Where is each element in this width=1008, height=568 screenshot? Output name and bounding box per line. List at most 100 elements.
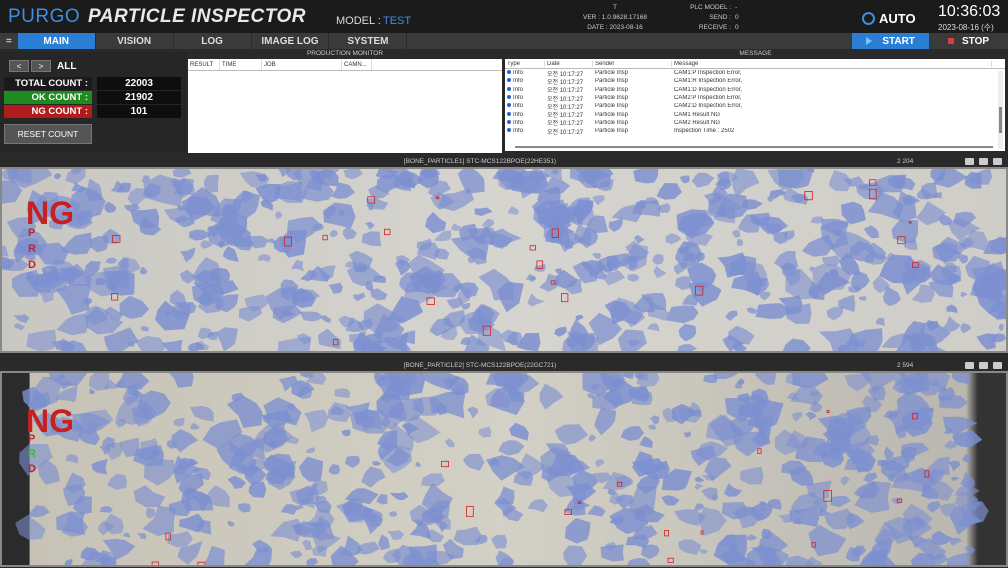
message-text: CAM1:R Inspection Error, (674, 78, 743, 85)
total-count-label: TOTAL COUNT : (4, 77, 92, 90)
message-date: 오전 10:17:27 (547, 129, 584, 136)
message-sender: Particle Insp (595, 95, 629, 102)
info-icon (507, 103, 511, 108)
message-sender: Particle Insp (595, 103, 629, 110)
message-type-label: Info (513, 86, 524, 93)
tab-log[interactable]: LOG (174, 33, 252, 49)
menu-icon[interactable]: = (0, 33, 18, 49)
message-type: Info (505, 70, 545, 76)
camera-panel-2: [BONE_PARTICLE2] STC-MCS122BPOE(22GC721)… (0, 360, 1008, 567)
col-camn[interactable]: CAMN... (342, 59, 372, 70)
message-type-label: Info (513, 111, 524, 118)
tab-system[interactable]: SYSTEM (329, 33, 408, 49)
message-type: Info (505, 78, 545, 84)
particle-blob (633, 169, 659, 184)
col-message[interactable]: Message (672, 60, 992, 67)
camera-icon[interactable] (979, 362, 988, 369)
info-icon (507, 78, 511, 83)
ok-count-value: 21902 (97, 91, 181, 104)
message-type-label: Info (513, 128, 524, 135)
total-count-row: TOTAL COUNT : 22003 (4, 77, 181, 90)
message-type-label: Info (513, 119, 524, 126)
camera-icon[interactable] (979, 158, 988, 165)
camera-1-flag-d: D (28, 259, 36, 271)
plc-model-label: PLC MODEL : (690, 4, 731, 11)
message-sender: Particle Insp (595, 70, 629, 77)
message-sender: Particle Insp (595, 128, 629, 135)
production-table[interactable]: RESULT TIME JOB CAMN... (188, 59, 502, 153)
nav-bar: = MAIN VISION LOG IMAGE LOG SYSTEM START… (0, 33, 1008, 49)
message-scrollbar[interactable] (998, 71, 1003, 149)
app-window: PURGO PARTICLE INSPECTOR MODEL : TEST T … (0, 0, 1008, 568)
auto-mode-icon (862, 12, 875, 25)
camera-1-image (2, 169, 1006, 351)
plc-model-value: - (735, 4, 738, 11)
send-label: SEND : (709, 14, 731, 21)
camera-2-image (2, 373, 1006, 565)
camera-1-bar: [BONE_PARTICLE1] STC-MCS122BPOE(22HE351)… (0, 156, 1008, 167)
app-title: PARTICLE INSPECTOR (88, 6, 307, 27)
reset-count-button[interactable]: RESET COUNT (4, 124, 92, 144)
stop-label: STOP (962, 35, 990, 47)
video-icon[interactable] (965, 158, 974, 165)
stop-button[interactable]: STOP (929, 33, 1008, 49)
message-text: Inspection Time : 2502 (674, 128, 735, 135)
chevron-left-icon: < (16, 61, 22, 71)
camera-panel-1: [BONE_PARTICLE1] STC-MCS122BPOE(22HE351)… (0, 156, 1008, 353)
camera-1-stat: 2 204 (897, 158, 914, 165)
camera-1-tools (965, 158, 1002, 165)
header-bar: PURGO PARTICLE INSPECTOR MODEL : TEST T … (0, 0, 1008, 33)
total-count-value: 22003 (97, 77, 181, 90)
col-sender[interactable]: Sender (593, 60, 672, 67)
tab-image-log[interactable]: IMAGE LOG (252, 33, 330, 49)
model-label: MODEL : (336, 15, 381, 27)
col-job[interactable]: JOB (262, 59, 342, 70)
message-table-header: Type Date Sender Message (505, 59, 1005, 69)
filter-label: ALL (57, 61, 77, 72)
scroll-thumb[interactable] (999, 107, 1002, 133)
col-date[interactable]: Date (545, 60, 593, 67)
video-icon[interactable] (965, 362, 974, 369)
tab-main[interactable]: MAIN (17, 33, 96, 49)
message-hscrollbar[interactable] (515, 146, 993, 148)
camera-2-view[interactable]: NG P R D (0, 371, 1008, 567)
ok-count-label: OK COUNT : (4, 91, 92, 104)
info-icon (507, 128, 511, 133)
version-date: DATE : 2023-08-16 (587, 24, 643, 31)
camera-2-title: [BONE_PARTICLE2] STC-MCS122BPOE(22GC721) (403, 362, 557, 369)
message-table[interactable]: Type Date Sender Message Info 오전 10:17:27… (505, 59, 1005, 151)
mode-text: AUTO (879, 11, 916, 26)
camera-1-view[interactable]: NG P R D (0, 167, 1008, 353)
keyboard-icon[interactable] (993, 362, 1002, 369)
chevron-right-icon: > (38, 61, 44, 71)
keyboard-icon[interactable] (993, 158, 1002, 165)
status-t: T (613, 4, 617, 11)
mode-indicator: AUTO (862, 11, 916, 26)
message-type-label: Info (513, 103, 524, 110)
tab-vision[interactable]: VISION (96, 33, 174, 49)
message-text: CAM2:P Inspection Error, (674, 95, 742, 102)
message-text: CAM2:D Inspection Error, (674, 103, 743, 110)
camera-1-title: [BONE_PARTICLE1] STC-MCS122BPOE(22HE351) (403, 158, 557, 165)
message-rows: Info 오전 10:17:27 Particle Insp CAM1:P Inspe… (505, 69, 1005, 136)
message-sender: Particle Insp (595, 119, 629, 126)
start-button[interactable]: START (852, 33, 930, 49)
message-type-label: Info (513, 78, 524, 85)
col-time[interactable]: TIME (220, 59, 262, 70)
prev-button[interactable]: < (9, 60, 29, 72)
col-type[interactable]: Type (505, 60, 545, 67)
message-title: MESSAGE (739, 50, 772, 57)
send-value: 0 (735, 14, 739, 21)
message-text: CAM1 Result NG (674, 111, 721, 118)
message-sender: Particle Insp (595, 111, 629, 118)
receive-value: 0 (735, 24, 739, 31)
message-row[interactable]: Info 오전 10:17:27 Particle Insp Inspection T… (505, 127, 1005, 136)
version-text: VER : 1.0.9628.17168 (583, 14, 647, 21)
ng-count-row: NG COUNT : 101 (4, 105, 181, 118)
next-button[interactable]: > (31, 60, 51, 72)
production-table-header: RESULT TIME JOB CAMN... (188, 59, 502, 71)
message-type: Info (505, 111, 545, 118)
col-result[interactable]: RESULT (188, 59, 220, 70)
message-type: Info (505, 95, 545, 101)
count-panel: < > ALL TOTAL COUNT : 22003 OK COUNT : 2… (0, 52, 187, 152)
